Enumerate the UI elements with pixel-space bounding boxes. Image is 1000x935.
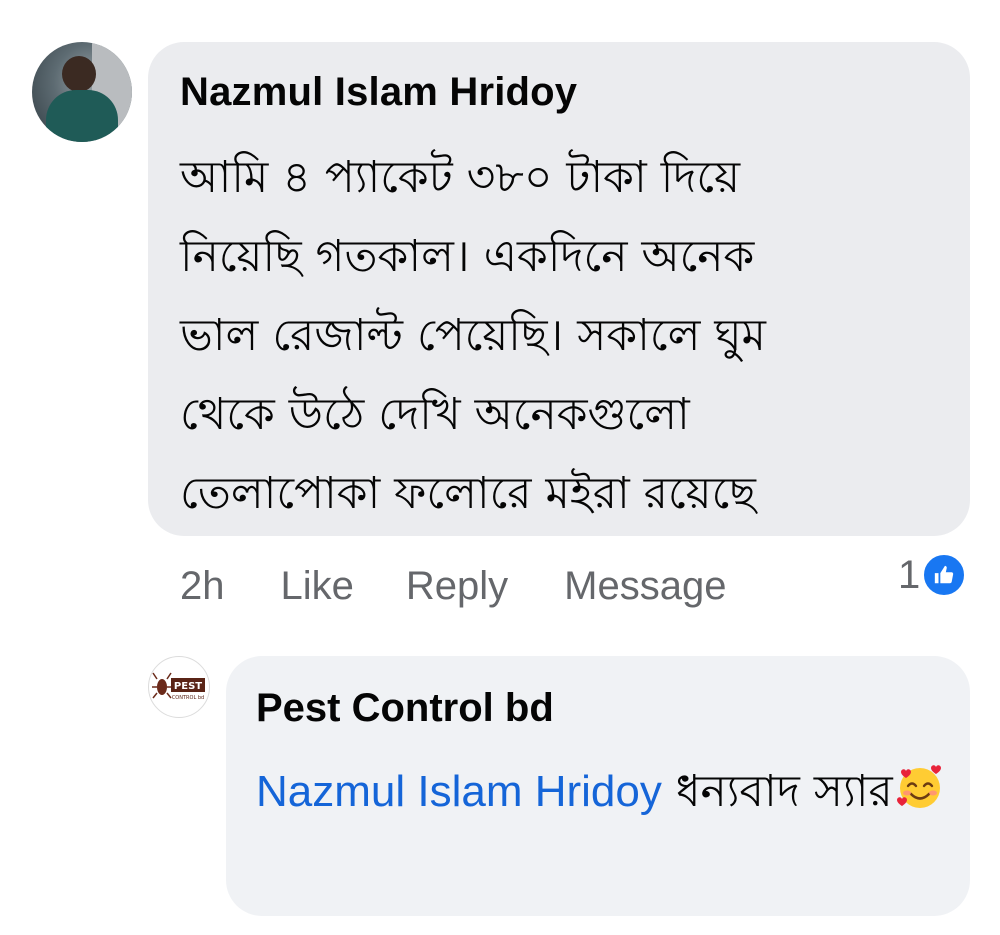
like-button[interactable]: Like: [281, 564, 354, 609]
svg-text:CONTROL bd: CONTROL bd: [172, 695, 204, 701]
message-button[interactable]: Message: [564, 564, 726, 609]
comment-bubble: Nazmul Islam Hridoy আমি ৪ প্যাকেট ৩৮০ টা…: [148, 42, 970, 536]
mention-link[interactable]: Nazmul Islam Hridoy: [256, 767, 662, 816]
page-avatar[interactable]: PEST CONTROL bd: [148, 656, 210, 718]
avatar-body: [46, 90, 118, 142]
reply-message: ধন্যবাদ স্যার: [661, 766, 893, 817]
reply-text: Nazmul Islam Hridoy ধন্যবাদ স্যার: [256, 752, 946, 838]
reply-bubble: Pest Control bd Nazmul Islam Hridoy ধন্য…: [226, 656, 970, 916]
avatar-head: [62, 56, 96, 92]
reply-button[interactable]: Reply: [406, 564, 508, 609]
comment-text: আমি ৪ প্যাকেট ৩৮০ টাকা দিয়ে নিয়েছি গতক…: [180, 152, 766, 519]
smiling-face-with-hearts-icon: [895, 758, 945, 838]
comment-author-name[interactable]: Nazmul Islam Hridoy: [180, 70, 577, 115]
comment-actions: 2h Like Reply Message: [180, 558, 726, 614]
svg-text:PEST: PEST: [174, 681, 202, 692]
reaction-summary[interactable]: 1: [898, 550, 967, 600]
comment-timestamp[interactable]: 2h: [180, 564, 225, 609]
thumbs-up-icon: [922, 553, 967, 597]
commenter-avatar[interactable]: [32, 42, 132, 142]
reaction-count: 1: [898, 552, 921, 597]
reply-author-name[interactable]: Pest Control bd: [256, 686, 554, 731]
